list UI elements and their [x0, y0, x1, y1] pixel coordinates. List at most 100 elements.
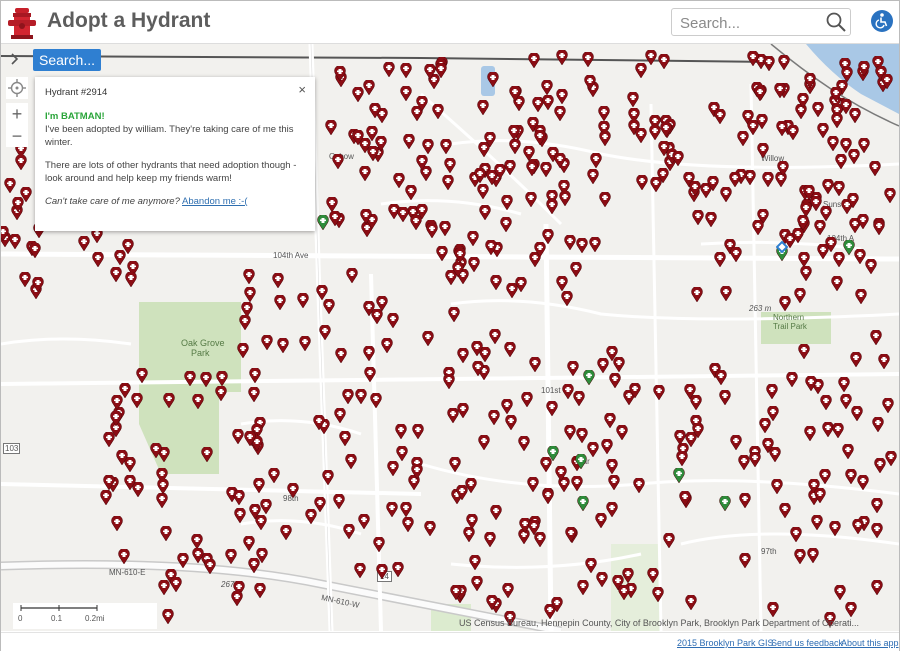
hydrant-pin[interactable]: [19, 272, 32, 288]
hydrant-pin[interactable]: [500, 398, 513, 415]
hydrant-pin[interactable]: [856, 214, 869, 230]
hydrant-pin[interactable]: [707, 176, 719, 192]
hydrant-pin[interactable]: [873, 220, 886, 236]
hydrant-pin[interactable]: [478, 434, 491, 451]
hydrant-pin[interactable]: [774, 82, 787, 99]
hydrant-pin[interactable]: [457, 347, 470, 364]
hydrant-pin[interactable]: [871, 497, 883, 514]
hydrant-pin[interactable]: [794, 548, 806, 565]
hydrant-pin[interactable]: [804, 426, 817, 442]
hydrant-pin[interactable]: [508, 124, 521, 141]
panel-toggle-button[interactable]: [5, 49, 25, 69]
hydrant-pin[interactable]: [583, 74, 596, 91]
hydrant-pin[interactable]: [354, 563, 367, 579]
hydrant-pin[interactable]: [363, 346, 376, 362]
hydrant-pin[interactable]: [351, 86, 364, 103]
hydrant-pin[interactable]: [1, 226, 9, 242]
hydrant-pin[interactable]: [486, 595, 499, 611]
adopted-hydrant-pin[interactable]: [583, 370, 595, 386]
adopted-hydrant-pin[interactable]: [843, 240, 855, 256]
hydrant-pin[interactable]: [793, 288, 806, 304]
hydrant-pin[interactable]: [845, 602, 857, 618]
hydrant-pin[interactable]: [489, 329, 501, 345]
hydrant-pin[interactable]: [715, 369, 727, 386]
hydrant-pin[interactable]: [870, 580, 883, 596]
hydrant-pin[interactable]: [395, 445, 408, 462]
hydrant-pin[interactable]: [333, 493, 345, 510]
hydrant-pin[interactable]: [277, 338, 289, 354]
hydrant-pin[interactable]: [150, 442, 162, 459]
hydrant-pin[interactable]: [334, 408, 346, 424]
hydrant-pin[interactable]: [834, 585, 847, 601]
hydrant-pin[interactable]: [542, 94, 555, 111]
hydrant-pin[interactable]: [868, 161, 881, 177]
hydrant-pin[interactable]: [551, 596, 563, 613]
hydrant-pin[interactable]: [399, 63, 412, 79]
hydrant-pin[interactable]: [650, 177, 663, 193]
accessibility-button[interactable]: [871, 10, 893, 32]
hydrant-pin[interactable]: [410, 214, 422, 231]
hydrant-pin[interactable]: [299, 335, 312, 352]
hydrant-pin[interactable]: [872, 416, 884, 433]
hydrant-pin[interactable]: [382, 61, 395, 78]
hydrant-pin[interactable]: [387, 313, 399, 329]
hydrant-pin[interactable]: [521, 391, 533, 408]
selected-hydrant-marker[interactable]: [776, 241, 788, 253]
hydrant-pin[interactable]: [871, 522, 884, 539]
hydrant-pin[interactable]: [363, 367, 376, 383]
hydrant-pin[interactable]: [478, 204, 491, 221]
hydrant-pin[interactable]: [183, 370, 196, 387]
hydrant-pin[interactable]: [471, 575, 483, 592]
hydrant-pin[interactable]: [851, 406, 864, 422]
hydrant-pin[interactable]: [342, 388, 354, 405]
hydrant-pin[interactable]: [830, 275, 843, 292]
hydrant-pin[interactable]: [451, 261, 464, 278]
hydrant-pin[interactable]: [634, 128, 647, 144]
hydrant-pin[interactable]: [109, 267, 122, 283]
hydrant-pin[interactable]: [845, 469, 857, 485]
hydrant-pin[interactable]: [466, 513, 478, 530]
hydrant-pin[interactable]: [797, 93, 809, 109]
hydrant-pin[interactable]: [468, 257, 480, 273]
hydrant-pin[interactable]: [280, 524, 292, 541]
hydrant-pin[interactable]: [467, 231, 480, 247]
popup-close-button[interactable]: ×: [298, 82, 306, 97]
hydrant-pin[interactable]: [321, 469, 334, 486]
hydrant-pin[interactable]: [758, 417, 771, 434]
hydrant-pin[interactable]: [663, 533, 675, 549]
hydrant-pin[interactable]: [606, 458, 619, 475]
hydrant-pin[interactable]: [215, 386, 227, 402]
hydrant-pin[interactable]: [842, 443, 854, 460]
hydrant-pin[interactable]: [392, 561, 404, 578]
hydrant-pin[interactable]: [541, 80, 553, 96]
hydrant-pin[interactable]: [540, 161, 552, 178]
hydrant-pin[interactable]: [14, 155, 27, 171]
hydrant-pin[interactable]: [629, 382, 642, 399]
hydrant-pin[interactable]: [118, 549, 130, 565]
hydrant-pin[interactable]: [762, 172, 774, 188]
hydrant-pin[interactable]: [395, 424, 408, 440]
hydrant-pin[interactable]: [500, 216, 512, 233]
hydrant-pin[interactable]: [738, 454, 750, 471]
hydrant-pin[interactable]: [588, 236, 601, 253]
hydrant-pin[interactable]: [553, 153, 566, 169]
zoom-out-button[interactable]: −: [6, 125, 28, 147]
hydrant-pin[interactable]: [170, 576, 182, 593]
hydrant-pin[interactable]: [811, 515, 823, 531]
hydrant-pin[interactable]: [421, 139, 434, 155]
hydrant-pin[interactable]: [596, 571, 608, 588]
hydrant-pin[interactable]: [558, 190, 571, 207]
hydrant-pin[interactable]: [244, 430, 256, 447]
hydrant-pin[interactable]: [589, 153, 602, 169]
hydrant-pin[interactable]: [242, 536, 255, 552]
hydrant-pin[interactable]: [404, 185, 417, 201]
hydrant-pin[interactable]: [442, 174, 454, 191]
hydrant-pin[interactable]: [19, 186, 32, 203]
hydrant-pin[interactable]: [528, 356, 541, 373]
hydrant-pin[interactable]: [761, 438, 774, 454]
hydrant-pin[interactable]: [163, 392, 175, 409]
hydrant-pin[interactable]: [835, 154, 848, 170]
hydrant-pin[interactable]: [636, 175, 649, 191]
hydrant-pin[interactable]: [660, 121, 673, 138]
hydrant-pin[interactable]: [571, 476, 583, 492]
